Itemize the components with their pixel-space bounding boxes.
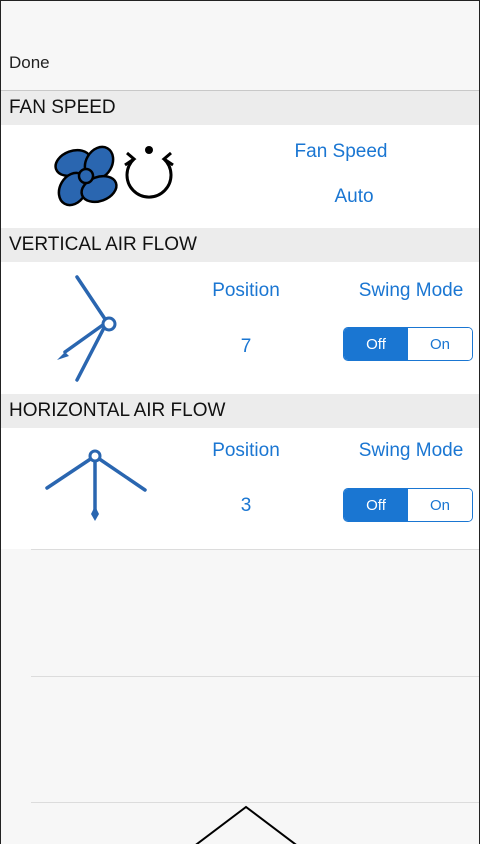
fan-speed-section: Fan Speed Auto xyxy=(1,125,479,228)
horizontal-vane-icon xyxy=(45,449,147,521)
fan-speed-label: Fan Speed xyxy=(294,141,388,162)
done-button[interactable]: Done xyxy=(9,53,50,73)
horizontal-position-value[interactable]: 3 xyxy=(196,495,296,517)
horizontal-swing-mode-toggle[interactable]: Off On xyxy=(343,488,473,522)
vertical-air-flow-header: VERTICAL AIR FLOW xyxy=(1,228,479,262)
vertical-swing-mode-toggle[interactable]: Off On xyxy=(343,327,473,361)
fan-speed-value[interactable]: Auto xyxy=(279,186,429,208)
horizontal-air-flow-header: HORIZONTAL AIR FLOW xyxy=(1,394,479,428)
app-frame: Done FAN SPEED Fan Speed Auto VERTICAL A… xyxy=(0,0,480,844)
navigation-bar: Done xyxy=(1,1,479,91)
divider xyxy=(31,676,479,677)
vertical-swing-on-option[interactable]: On xyxy=(408,328,472,360)
horizontal-swing-on-option[interactable]: On xyxy=(408,489,472,521)
vertical-position-value[interactable]: 7 xyxy=(196,336,296,358)
divider xyxy=(31,549,479,550)
horizontal-swing-off-option[interactable]: Off xyxy=(344,489,408,521)
vertical-air-flow-section: Position 7 Swing Mode Off On xyxy=(1,262,479,394)
vertical-swing-off-option[interactable]: Off xyxy=(344,328,408,360)
auto-rotate-icon xyxy=(124,146,174,199)
horizontal-position-label: Position xyxy=(212,440,280,461)
horizontal-swing-mode-label: Swing Mode xyxy=(358,440,464,461)
divider xyxy=(31,802,479,803)
fan-speed-header: FAN SPEED xyxy=(1,91,479,125)
chevron-up-icon[interactable] xyxy=(191,805,301,844)
vertical-position-label: Position xyxy=(212,280,280,301)
vertical-swing-mode-label: Swing Mode xyxy=(358,280,464,301)
horizontal-air-flow-section: Position 3 Swing Mode Off On xyxy=(1,428,479,549)
vertical-vane-icon xyxy=(57,275,117,382)
